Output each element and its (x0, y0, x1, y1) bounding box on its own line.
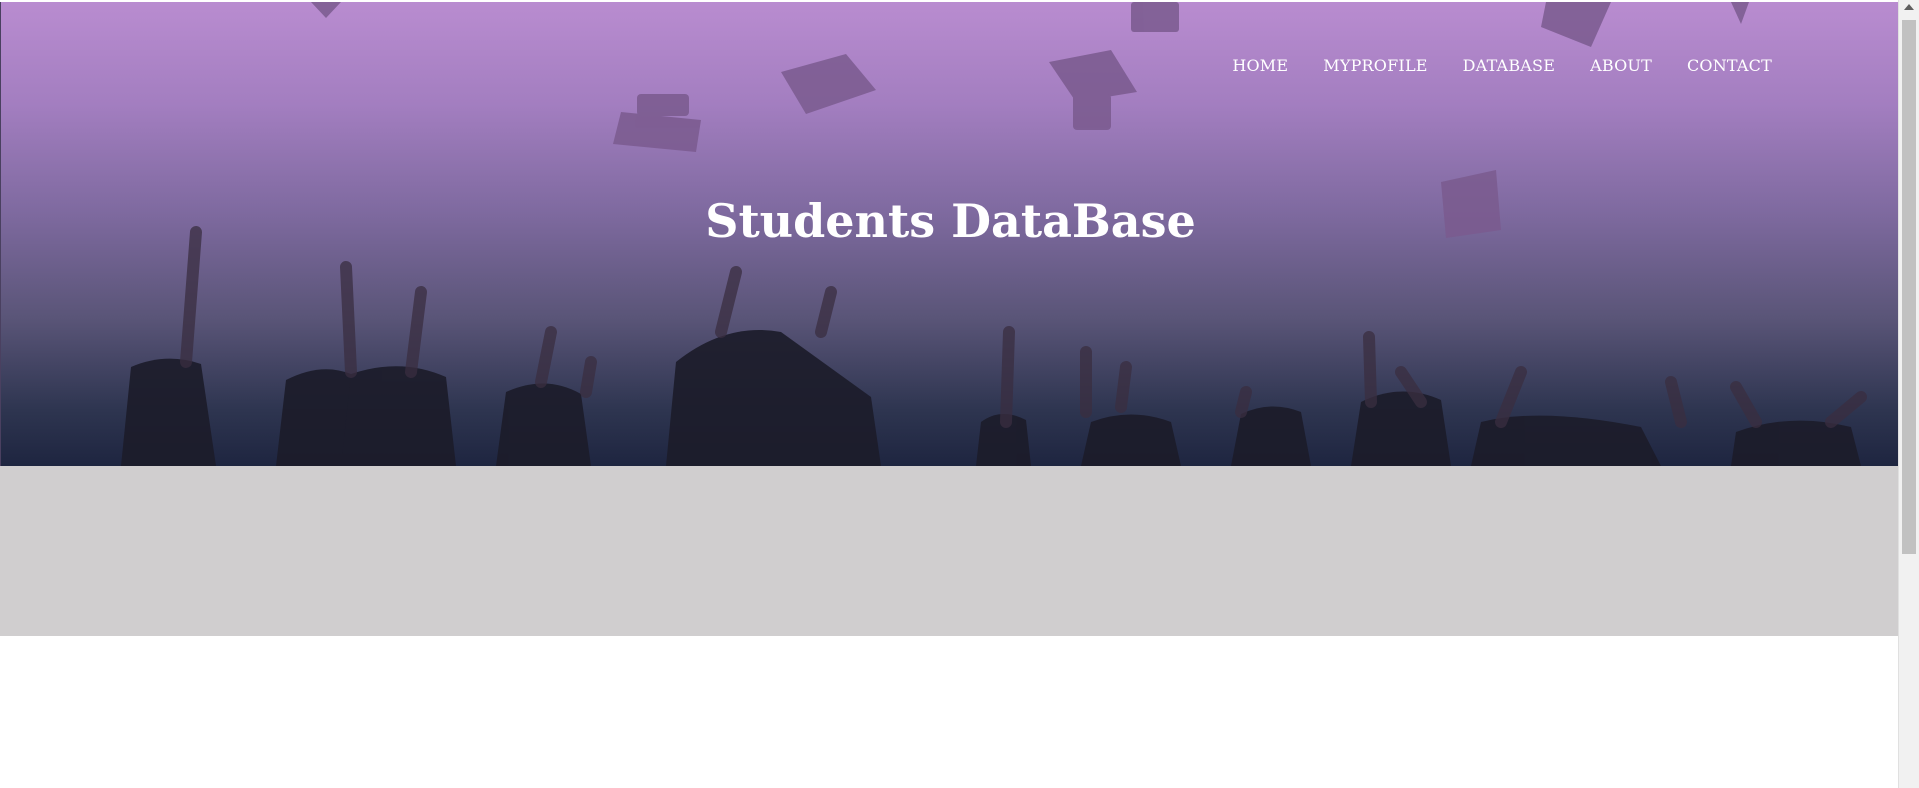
scrollbar-thumb[interactable] (1902, 20, 1916, 554)
nav-item-database[interactable]: DATABASE (1463, 56, 1555, 75)
page-title: Students DataBase (705, 194, 1196, 248)
nav-item-about[interactable]: ABOUT (1590, 56, 1652, 75)
vertical-scrollbar[interactable] (1898, 0, 1919, 788)
scroll-up-arrow-icon[interactable] (1904, 4, 1914, 10)
nav-item-home[interactable]: HOME (1232, 56, 1288, 75)
nav-item-myprofile[interactable]: MYPROFILE (1323, 56, 1427, 75)
page: HOME MYPROFILE DATABASE ABOUT CONTACT St… (0, 0, 1899, 788)
nav-item-contact[interactable]: CONTACT (1687, 56, 1772, 75)
content-band (0, 466, 1899, 636)
main-nav: HOME MYPROFILE DATABASE ABOUT CONTACT (1232, 56, 1772, 75)
hero-banner: HOME MYPROFILE DATABASE ABOUT CONTACT St… (0, 2, 1899, 466)
